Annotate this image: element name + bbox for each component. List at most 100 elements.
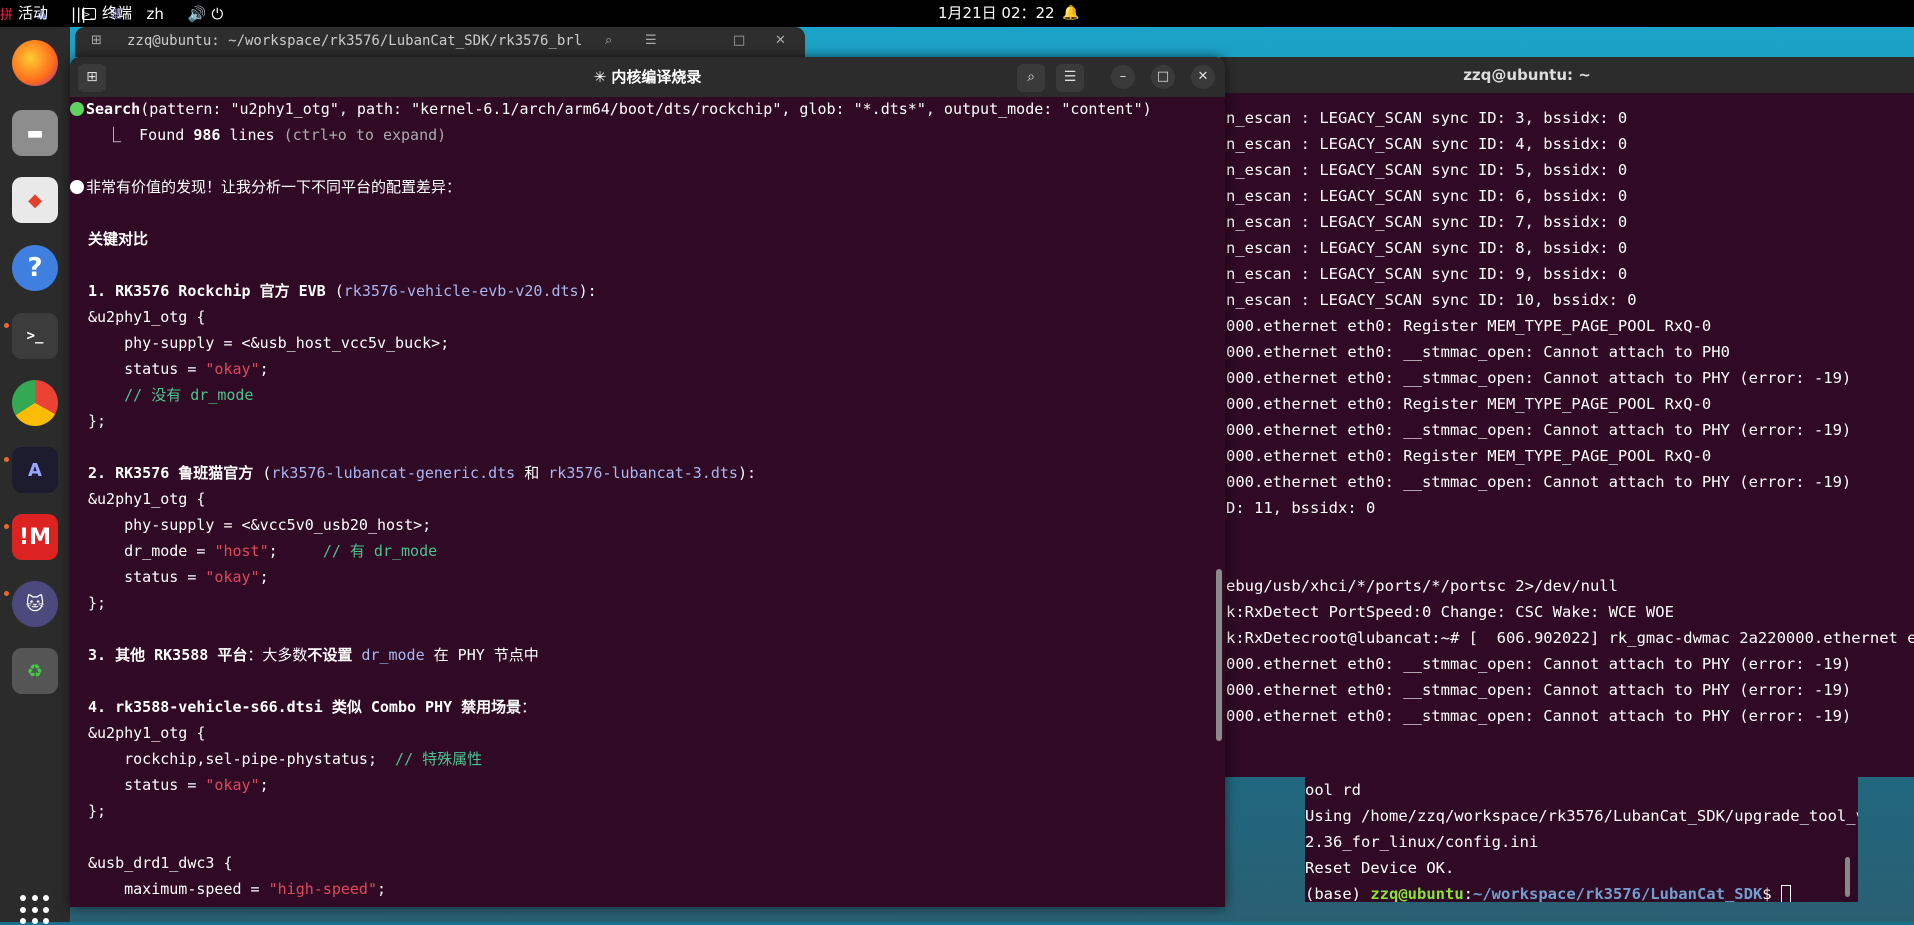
code-line: phy-supply = <&usb_host_vcc5v_buck>; (88, 334, 450, 352)
background-terminal-window[interactable]: ⊞ zzq@ubuntu: ~/workspace/rk3576/LubanCa… (75, 27, 805, 57)
search-icon[interactable]: ⌕ (605, 33, 612, 48)
input-method-indicator[interactable]: 拼 (0, 4, 13, 23)
maximize-icon[interactable]: □ (733, 33, 745, 48)
code-line: &u2phy1_otg { (88, 308, 206, 326)
alarm-icon: 🔔 (1062, 5, 1080, 21)
window-title-bar: ✳ 内核编译烧录 ⊞ ⌕ ☰ – □ ✕ (70, 57, 1225, 97)
top-bar: 活动 >_ 终端 1月21日 02：22 🔔 拼 ▲ ||| ▦ zh 🔊 ⏻ (0, 0, 1914, 27)
cat-app-icon[interactable]: 🐱 (12, 581, 58, 627)
prompt-separator: : (1463, 885, 1473, 902)
output-line: n_escan : LEGACY_SCAN sync ID: 7, bssidx… (1226, 213, 1628, 231)
output-line: 000.ethernet eth0: __stmmac_open: Cannot… (1226, 681, 1852, 699)
output-line: k:RxDetect PortSpeed:0 Change: CSC Wake:… (1226, 603, 1674, 621)
terminal-content[interactable]: Search(pattern: "u2phy1_otg", path: "ker… (70, 97, 1225, 907)
code-line: status = "okay"; (88, 776, 269, 794)
minimize-button[interactable]: – (1111, 65, 1135, 89)
files-icon[interactable]: ▬ (12, 110, 58, 156)
assistant-message: 非常有价值的发现！让我分析一下不同平台的配置差异： (70, 174, 461, 200)
scrollbar[interactable] (1845, 857, 1850, 897)
maximize-button[interactable]: □ (1151, 65, 1175, 89)
message-dot-icon (70, 180, 84, 194)
output-line: 000.ethernet eth0: Register MEM_TYPE_PAG… (1226, 317, 1712, 335)
chrome-icon[interactable] (12, 380, 58, 426)
terminal-output[interactable]: ool rd Using /home/zzq/workspace/rk3576/… (1305, 777, 1858, 902)
search-result: ⎿ Found 986 lines (ctrl+o to expand) (88, 126, 447, 144)
right-terminal-window[interactable]: zzq@ubuntu: ~ n_escan : LEGACY_SCAN sync… (1220, 57, 1914, 777)
output-line: n_escan : LEGACY_SCAN sync ID: 10, bssid… (1226, 291, 1637, 309)
output-lines: ool rd Using /home/zzq/workspace/rk3576/… (1305, 781, 1858, 877)
menu-button[interactable]: ☰ (1056, 64, 1084, 92)
code-line: &u2phy1_otg { (88, 724, 206, 742)
main-terminal-window[interactable]: ✳ 内核编译烧录 ⊞ ⌕ ☰ – □ ✕ Search(pattern: "u2… (70, 57, 1225, 907)
help-icon[interactable]: ? (12, 245, 58, 291)
output-line: 000.ethernet eth0: __stmmac_open: Cannot… (1226, 707, 1852, 725)
sec3-text: 3. 其他 RK3588 平台：大多数不设置 dr_mode 在 PHY 节点中 (88, 646, 539, 664)
code-line: &usb_drd1_dwc3 { (88, 854, 233, 872)
code-line: dr_mode = "host"; // 有 dr_mode (88, 542, 438, 560)
window-title-bar: zzq@ubuntu: ~ (1220, 57, 1914, 93)
output-line: ebug/usb/xhci/*/ports/*/portsc 2>/dev/nu… (1226, 577, 1618, 595)
output-line: Using /home/zzq/workspace/rk3576/LubanCa… (1305, 807, 1858, 825)
close-button[interactable]: ✕ (1191, 65, 1215, 89)
running-indicator (4, 457, 9, 462)
running-indicator (4, 591, 9, 596)
close-icon[interactable]: ✕ (775, 33, 786, 48)
app-name: 终端 (102, 4, 133, 22)
terminal-icon: >_ (82, 7, 96, 20)
code-line: }; (88, 802, 107, 820)
scrollbar[interactable] (1216, 569, 1222, 741)
output-line: n_escan : LEGACY_SCAN sync ID: 3, bssidx… (1226, 109, 1628, 127)
status-dot-icon (70, 102, 84, 116)
small-terminal-window[interactable]: ool rd Using /home/zzq/workspace/rk3576/… (1305, 777, 1858, 902)
ai-app-icon[interactable]: A (12, 447, 58, 493)
terminal-output[interactable]: n_escan : LEGACY_SCAN sync ID: 3, bssidx… (1226, 105, 1914, 729)
output-line: n_escan : LEGACY_SCAN sync ID: 8, bssidx… (1226, 239, 1628, 257)
output-line: k:RxDetecroot@lubancat:~# [ 606.902022] … (1226, 629, 1914, 647)
output-line: 000.ethernet eth0: __stmmac_open: Cannot… (1226, 343, 1730, 361)
output-line: 000.ethernet eth0: __stmmac_open: Cannot… (1226, 421, 1852, 439)
clock[interactable]: 1月21日 02：22 (938, 0, 1055, 27)
app-store-icon[interactable]: ◆ (12, 177, 58, 223)
output-line: 000.ethernet eth0: __stmmac_open: Cannot… (1226, 655, 1852, 673)
mail-app-icon[interactable]: !M (12, 514, 58, 560)
code-line: }; (88, 594, 107, 612)
sec1-title: 1. RK3576 Rockchip 官方 EVB (rk3576-vehicl… (88, 282, 597, 300)
show-apps-icon[interactable] (20, 895, 50, 925)
firefox-icon[interactable] (12, 40, 58, 86)
output-line: 000.ethernet eth0: __stmmac_open: Cannot… (1226, 473, 1852, 491)
app-menu-terminal[interactable]: >_ 终端 (82, 0, 132, 27)
terminal-dock-icon[interactable]: >_ (12, 313, 58, 359)
output-line: Reset Device OK. (1305, 859, 1455, 877)
activities-button[interactable]: 活动 (18, 0, 48, 27)
window-title: ✳ 内核编译烧录 (593, 68, 702, 86)
prompt-env: (base) (1305, 885, 1371, 902)
prompt-user: zzq@ubuntu (1370, 885, 1464, 902)
prompt-end: $ (1762, 885, 1781, 902)
code-line: }; (88, 412, 107, 430)
code-line: rockchip,sel-pipe-phystatus; // 特殊属性 (88, 750, 483, 768)
text-cursor (1780, 884, 1791, 902)
output-line: 000.ethernet eth0: __stmmac_open: Cannot… (1226, 369, 1852, 387)
sec2-title: 2. RK3576 鲁班猫官方 (rk3576-lubancat-generic… (88, 464, 756, 482)
new-tab-icon[interactable]: ⊞ (91, 33, 102, 48)
code-comment: // 没有 dr_mode (88, 386, 254, 404)
dock: ▬ ◆ ? >_ A !M 🐱 ♻ (0, 27, 70, 925)
output-line: n_escan : LEGACY_SCAN sync ID: 6, bssidx… (1226, 187, 1628, 205)
code-line: maximum-speed = "high-speed"; (88, 880, 387, 898)
volume-power-icon[interactable]: 🔊 ⏻ (188, 5, 223, 23)
running-indicator (4, 323, 9, 328)
search-button[interactable]: ⌕ (1017, 64, 1045, 92)
trash-icon[interactable]: ♻ (12, 648, 58, 694)
output-line: n_escan : LEGACY_SCAN sync ID: 4, bssidx… (1226, 135, 1628, 153)
code-line: status = "okay"; (88, 360, 269, 378)
window-title: zzq@ubuntu: ~/workspace/rk3576/LubanCat_… (127, 33, 583, 49)
output-line: 000.ethernet eth0: Register MEM_TYPE_PAG… (1226, 447, 1712, 465)
section-heading: 关键对比 (88, 230, 149, 248)
new-tab-button[interactable]: ⊞ (78, 64, 106, 92)
menu-icon[interactable]: ☰ (645, 33, 657, 48)
language-indicator[interactable]: zh (146, 5, 163, 23)
output-line: ool rd (1305, 781, 1361, 799)
output-line: n_escan : LEGACY_SCAN sync ID: 5, bssidx… (1226, 161, 1628, 179)
sec4-title: 4. rk3588-vehicle-s66.dtsi 类似 Combo PHY … (88, 698, 537, 716)
code-line: &u2phy1_otg { (88, 490, 206, 508)
